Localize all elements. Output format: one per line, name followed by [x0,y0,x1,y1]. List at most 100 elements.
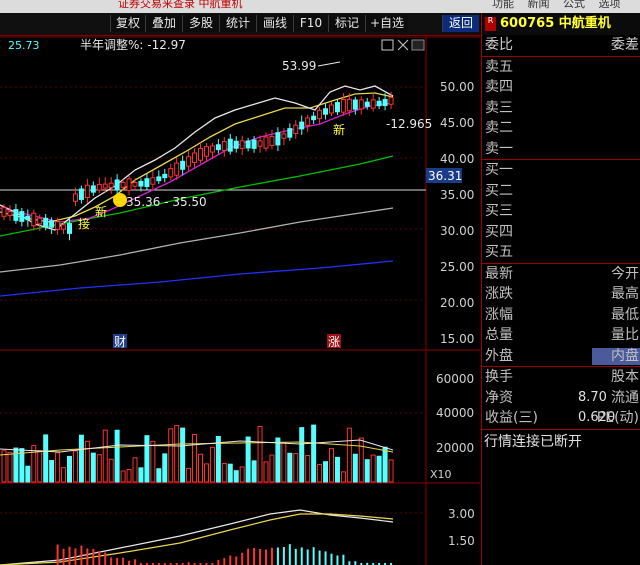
macd-tick: 3.00 [448,507,475,521]
stat-label: 最新 [485,265,513,282]
candle-body [31,212,37,227]
volume-bars [1,424,394,483]
volume-bar [221,462,227,483]
fund-label: 流通 [611,389,639,406]
candle-body [269,136,275,146]
ask-label: 卖四 [485,79,513,95]
fund-row: 收益(三) 0.620 PE(动) [482,408,640,429]
candle-body [102,183,108,189]
price-tick: 15.00 [440,332,474,346]
candle-body [162,173,168,179]
candle-body [108,182,114,188]
volume-bar [239,466,245,483]
volume-bar [126,469,132,483]
volume-bar [192,433,198,483]
volume-bar [388,459,394,483]
volume-bar [102,429,108,483]
fund-value: 8.70 [578,389,607,405]
close-icon[interactable] [397,39,409,51]
ask-row: 卖二 [482,118,640,139]
ma-blue-line [0,260,394,297]
toolbar-icons[interactable] [381,39,425,51]
macd-dif-line [0,509,394,565]
bid-label: 买五 [485,244,513,260]
candle-body [209,145,215,153]
volume-bar [1,450,7,483]
indicator-label: 半年调整%: -12.97 [80,37,186,52]
candle-body [120,181,126,188]
candle-body [150,177,156,185]
ask-label: 卖三 [485,99,513,116]
candle-body [192,152,198,163]
candle-body [49,220,55,228]
volume-bar [43,434,49,483]
multi-stock-button[interactable]: 多股 [182,15,219,32]
volume-bar [108,458,114,483]
draw-line-button[interactable]: 画线 [256,15,293,32]
candle-body [376,100,382,107]
volume-bar [305,454,311,483]
candle-body [25,215,31,221]
candle-body [340,99,346,113]
candle-body [37,217,43,225]
macd-tick: 1.50 [448,534,475,548]
change-label: -12.965 [386,117,432,131]
candle-body [78,188,84,200]
volume-bar [162,453,168,483]
low-range-label: 35.36 - 35.50 [126,195,207,209]
fund-label: 换手 [485,369,513,385]
candle-body [19,211,25,222]
f10-button[interactable]: F10 [293,15,328,32]
bid-row: 买四 [482,222,640,243]
order-diff-label: 委差 [611,37,639,53]
rise-marker-text: 涨 [328,334,340,349]
candle-body [323,108,329,115]
window-icon[interactable] [381,39,394,51]
volume-bar [186,467,192,483]
ask-row: 卖三 [482,98,640,119]
volume-bar [257,425,263,483]
candle-body [293,124,299,134]
volume-bar [245,436,251,483]
volume-bar [275,437,281,483]
candle-body [329,104,334,114]
top-menu-items[interactable]: 功能 新闻 公式 选项 [492,0,621,11]
settings-icon[interactable] [411,39,425,51]
stat-row: 总量 量比 [482,325,640,346]
add-favorite-button[interactable]: +自选 [365,15,408,32]
candle-body [156,176,162,182]
volume-tick: 20000 [436,441,474,455]
price-tick: 30.00 [440,224,474,238]
candle-body [7,211,13,216]
candle-body [215,144,221,151]
statistics-button[interactable]: 统计 [219,15,256,32]
candle-body [275,132,281,146]
bid-row: 买三 [482,201,640,222]
price-tick: 50.00 [440,80,474,94]
back-button[interactable]: 返回 [442,15,479,32]
overlay-button[interactable]: 叠加 [145,15,182,32]
candle-body [245,140,251,149]
order-ratio-row: 委比 委差 [482,35,640,56]
candle-body [132,182,138,187]
restore-rights-button[interactable]: 复权 [110,15,145,32]
volume-bar [263,461,269,483]
fund-label: 净资 [485,389,513,406]
stock-code[interactable]: 600765 中航重机 [500,13,611,35]
ma-gray-line [0,207,394,273]
stat-row: 涨跌 最高 [482,284,640,305]
mark-button[interactable]: 标记 [328,15,365,32]
volume-bar [114,429,120,483]
candle-body [346,98,352,112]
volume-bar [7,451,13,483]
bid-row: 买一 [482,160,640,181]
candle-body [233,140,239,149]
candle-body [55,221,61,230]
volume-unit: X10 [430,468,452,481]
volume-bar [364,459,370,483]
kline-chart[interactable]: 25.73 半年调整%: -12.97 50.00 45.00 40.00 35… [0,36,480,565]
volume-bar [346,427,352,483]
stat-label: 量比 [611,327,639,343]
smiley-icon [113,193,127,207]
bid-label: 买一 [485,162,513,178]
